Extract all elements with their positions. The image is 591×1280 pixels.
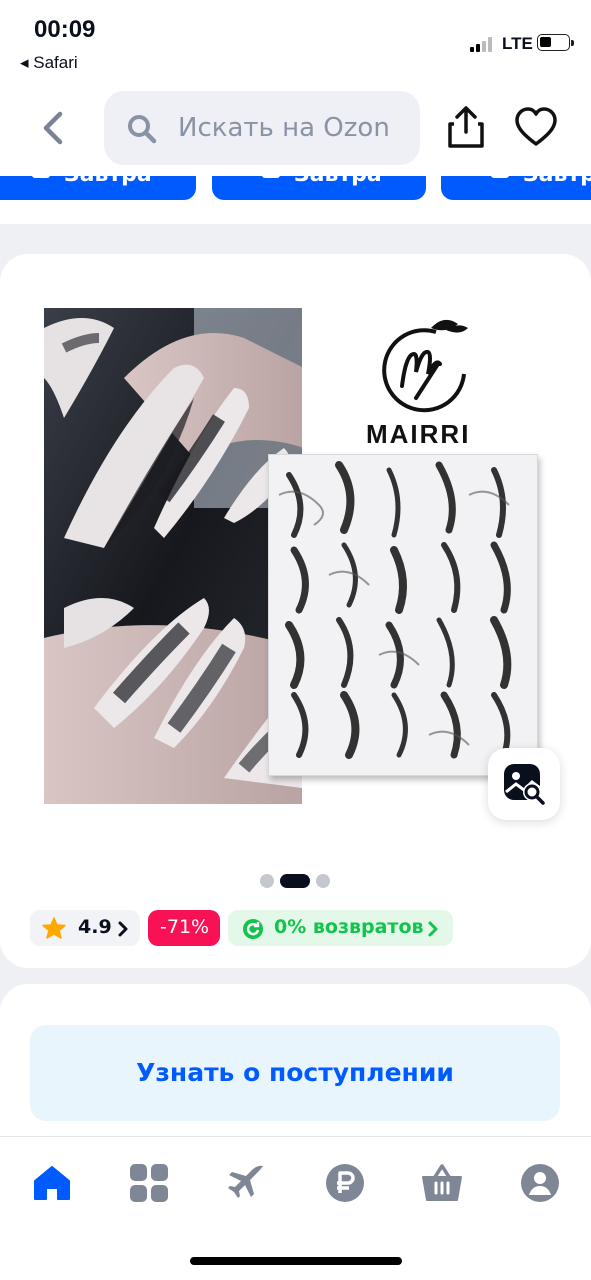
battery-icon [537, 34, 574, 51]
pagination-dot[interactable] [260, 874, 274, 888]
product-photo-nails[interactable] [44, 308, 302, 804]
search-icon [126, 113, 158, 149]
finance-icon[interactable] [325, 1163, 365, 1203]
travel-icon[interactable] [226, 1163, 266, 1203]
sticker-sheet-image [268, 454, 538, 776]
brand-name: MAIRRI [366, 419, 471, 449]
delivery-button-label: Завтра [294, 176, 382, 187]
discount-badge: -71% [148, 910, 220, 946]
product-card: MAIRRI 4.9 -71% 0% возвратов [0, 254, 591, 968]
delivery-button[interactable]: Завтра [441, 176, 591, 200]
discount-value: -71% [160, 916, 210, 938]
lock-icon [32, 176, 50, 178]
back-to-safari[interactable]: ◂ Safari [20, 53, 78, 73]
favorite-heart-icon[interactable] [514, 106, 558, 148]
returns-label: 0% возвратов [274, 916, 424, 938]
notify-label: Узнать о поступлении [136, 1058, 454, 1087]
rating-value: 4.9 [78, 916, 112, 938]
pagination-dot-active[interactable] [280, 874, 310, 888]
pagination-dot[interactable] [316, 874, 330, 888]
network-type: LTE [502, 34, 533, 53]
image-search-button[interactable] [488, 748, 560, 820]
delivery-button-label: Завтра [523, 176, 591, 187]
catalog-icon[interactable] [129, 1163, 169, 1203]
delivery-button[interactable]: Завтра [212, 176, 426, 200]
notify-availability-button[interactable]: Узнать о поступлении [30, 1025, 560, 1121]
rating-chip[interactable]: 4.9 [30, 910, 140, 946]
image-search-icon [504, 764, 545, 805]
lock-icon [262, 176, 280, 178]
notify-section: Узнать о поступлении [0, 984, 591, 1144]
cart-icon[interactable] [422, 1163, 462, 1203]
chevron-right-icon [428, 920, 438, 942]
status-bar: 00:09 ◂ Safari LTE [0, 0, 591, 80]
chevron-right-icon [118, 920, 128, 942]
returns-chip[interactable]: 0% возвратов [228, 910, 453, 946]
profile-icon[interactable] [520, 1163, 560, 1203]
search-placeholder: Искать на Ozon [178, 113, 390, 143]
home-icon[interactable] [32, 1163, 72, 1203]
back-arrow-icon[interactable] [38, 108, 70, 148]
star-icon [42, 917, 66, 944]
top-nav: Искать на Ozon [0, 80, 591, 176]
refresh-icon [242, 918, 264, 945]
status-time: 00:09 [34, 16, 96, 43]
delivery-button[interactable]: Завтра [0, 176, 196, 200]
delivery-options-strip: Завтра Завтра Завтра [0, 176, 591, 224]
signal-icon [470, 36, 496, 52]
delivery-button-label: Завтра [64, 176, 152, 187]
brand-logo [376, 314, 476, 428]
home-indicator [190, 1257, 402, 1265]
share-icon[interactable] [446, 104, 486, 150]
lock-icon [491, 176, 509, 178]
bottom-tab-bar [0, 1136, 591, 1280]
gallery-pagination [260, 874, 332, 888]
search-input[interactable]: Искать на Ozon [104, 91, 420, 165]
